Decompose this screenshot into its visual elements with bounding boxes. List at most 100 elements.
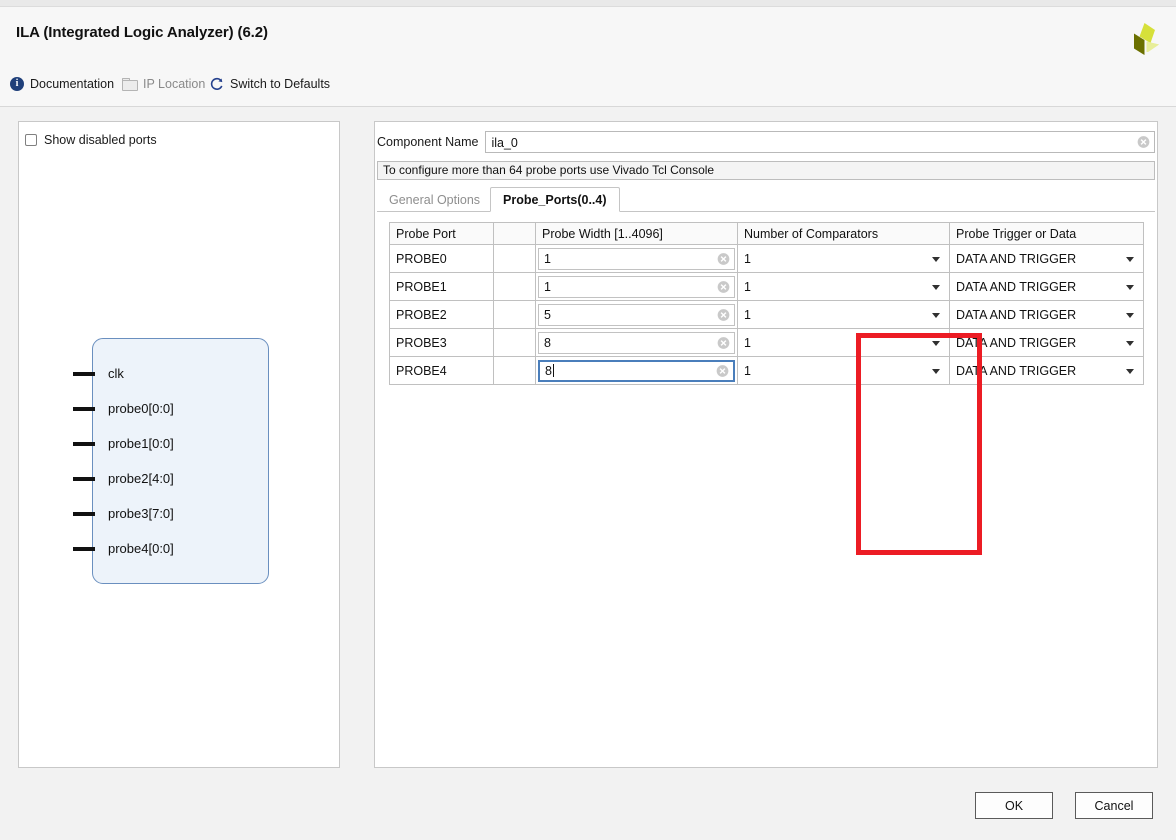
ip-symbol-panel: Show disabled ports clk probe0[0:0] probe1… xyxy=(18,121,340,768)
ip-port-label: probe0[0:0] xyxy=(108,401,174,416)
probe-width-cell: 1 xyxy=(536,273,738,300)
probe-width-input[interactable]: 1 xyxy=(538,247,735,270)
chevron-down-icon[interactable] xyxy=(1126,312,1134,318)
chevron-down-icon[interactable] xyxy=(932,312,940,318)
comparators-value: 1 xyxy=(744,363,751,378)
ip-port-label: probe1[0:0] xyxy=(108,436,174,451)
trigger-or-data-value: DATA AND TRIGGER xyxy=(956,307,1077,322)
table-header-cell: Probe Port xyxy=(390,223,494,244)
clear-icon[interactable] xyxy=(717,252,730,265)
comparators-dropdown[interactable]: 1 xyxy=(738,274,949,300)
spacer-cell xyxy=(494,273,536,300)
probe-width-value: 8 xyxy=(545,363,554,378)
clear-icon[interactable] xyxy=(716,364,729,377)
spacer-cell xyxy=(494,301,536,328)
clear-icon[interactable] xyxy=(717,280,730,293)
ip-location-label: IP Location xyxy=(143,77,206,91)
trigger-or-data-dropdown[interactable]: DATA AND TRIGGER xyxy=(950,358,1143,384)
chevron-down-icon[interactable] xyxy=(1126,368,1134,374)
comparators-value: 1 xyxy=(744,307,751,322)
probe-width-value: 5 xyxy=(544,307,551,322)
refresh-icon xyxy=(210,77,223,90)
chevron-down-icon[interactable] xyxy=(1126,340,1134,346)
clear-icon[interactable] xyxy=(717,308,730,321)
probe-port-name: PROBE1 xyxy=(390,273,494,300)
table-row: PROBE2 5 1 DATA AND TRIGGER xyxy=(390,301,1143,329)
chevron-down-icon[interactable] xyxy=(932,368,940,374)
title-bar: ILA (Integrated Logic Analyzer) (6.2) xyxy=(0,7,1176,62)
trigger-or-data-value: DATA AND TRIGGER xyxy=(956,279,1077,294)
show-disabled-ports-checkbox[interactable] xyxy=(25,134,37,146)
probe-width-value: 8 xyxy=(544,335,551,350)
comparators-cell: 1 xyxy=(738,245,950,272)
probe-width-input[interactable]: 8 xyxy=(538,359,735,382)
ip-port-label: probe4[0:0] xyxy=(108,541,174,556)
probe-width-cell: 1 xyxy=(536,245,738,272)
ip-port-stub xyxy=(73,547,95,551)
text-caret xyxy=(552,363,554,377)
table-header-cell: Probe Trigger or Data xyxy=(956,226,1077,241)
spacer-cell xyxy=(494,329,536,356)
trigger-or-data-cell: DATA AND TRIGGER xyxy=(950,301,1143,328)
probe-port-name: PROBE2 xyxy=(390,301,494,328)
ip-port-stub xyxy=(73,442,95,446)
chevron-down-icon[interactable] xyxy=(932,340,940,346)
probe-width-value: 1 xyxy=(544,251,551,266)
switch-to-defaults-label: Switch to Defaults xyxy=(230,77,331,91)
probe-width-input[interactable]: 5 xyxy=(538,303,735,326)
comparators-dropdown[interactable]: 1 xyxy=(738,330,949,356)
probe-port-name: PROBE4 xyxy=(390,357,494,384)
documentation-label: Documentation xyxy=(30,77,115,91)
tab-probe-ports[interactable]: Probe_Ports(0..4) xyxy=(490,187,620,212)
chevron-down-icon[interactable] xyxy=(932,256,940,262)
comparators-value: 1 xyxy=(744,335,751,350)
show-disabled-ports-label: Show disabled ports xyxy=(44,133,157,147)
ip-port-stub xyxy=(73,407,95,411)
ok-button[interactable]: OK xyxy=(975,792,1053,819)
ip-port-label: probe2[4:0] xyxy=(108,471,174,486)
spacer-cell xyxy=(494,357,536,384)
configuration-panel: Component Name ila_0 To configure more t… xyxy=(374,121,1158,768)
comparators-dropdown[interactable]: 1 xyxy=(738,358,949,384)
table-header-row: Probe Port Probe Width [1..4096] Number of… xyxy=(390,223,1143,245)
spacer-cell xyxy=(494,245,536,272)
tab-general-options[interactable]: General Options xyxy=(377,187,492,212)
probe-port-name: PROBE3 xyxy=(390,329,494,356)
ip-port-label: clk xyxy=(108,366,124,381)
folder-icon xyxy=(122,78,138,91)
trigger-or-data-dropdown[interactable]: DATA AND TRIGGER xyxy=(950,274,1143,300)
documentation-button[interactable]: i Documentation xyxy=(10,74,114,94)
show-disabled-ports-row[interactable]: Show disabled ports xyxy=(25,133,157,147)
trigger-or-data-dropdown[interactable]: DATA AND TRIGGER xyxy=(950,246,1143,272)
probe-width-input[interactable]: 1 xyxy=(538,275,735,298)
comparators-cell: 1 xyxy=(738,301,950,328)
trigger-or-data-cell: DATA AND TRIGGER xyxy=(950,245,1143,272)
ip-port-label: probe3[7:0] xyxy=(108,506,174,521)
tab-strip: General Options Probe_Ports(0..4) xyxy=(377,187,1155,212)
warning-message: To configure more than 64 probe ports us… xyxy=(377,161,1155,180)
chevron-down-icon[interactable] xyxy=(1126,284,1134,290)
table-header-cell: Number of Comparators xyxy=(738,223,950,244)
probe-width-input[interactable]: 8 xyxy=(538,331,735,354)
comparators-cell: 1 xyxy=(738,329,950,356)
trigger-or-data-dropdown[interactable]: DATA AND TRIGGER xyxy=(950,330,1143,356)
cancel-button[interactable]: Cancel xyxy=(1075,792,1153,819)
trigger-or-data-cell: DATA AND TRIGGER xyxy=(950,329,1143,356)
comparators-dropdown[interactable]: 1 xyxy=(738,246,949,272)
clear-icon[interactable] xyxy=(717,336,730,349)
clear-icon[interactable] xyxy=(1137,136,1150,149)
component-name-input[interactable]: ila_0 xyxy=(485,131,1155,153)
trigger-or-data-dropdown[interactable]: DATA AND TRIGGER xyxy=(950,302,1143,328)
probe-port-name: PROBE0 xyxy=(390,245,494,272)
comparators-dropdown[interactable]: 1 xyxy=(738,302,949,328)
table-row: PROBE1 1 1 DATA AND TRIGGER xyxy=(390,273,1143,301)
switch-to-defaults-button[interactable]: Switch to Defaults xyxy=(209,74,330,94)
xilinx-logo xyxy=(1134,23,1159,55)
info-icon: i xyxy=(10,77,24,91)
ip-location-button[interactable]: IP Location xyxy=(122,74,205,94)
chevron-down-icon[interactable] xyxy=(932,284,940,290)
ip-port-stub xyxy=(73,477,95,481)
table-row: PROBE3 8 1 DATA AND TRIGGER xyxy=(390,329,1143,357)
table-row: PROBE4 8 1 DATA AND TRIGGER xyxy=(390,357,1143,385)
chevron-down-icon[interactable] xyxy=(1126,256,1134,262)
